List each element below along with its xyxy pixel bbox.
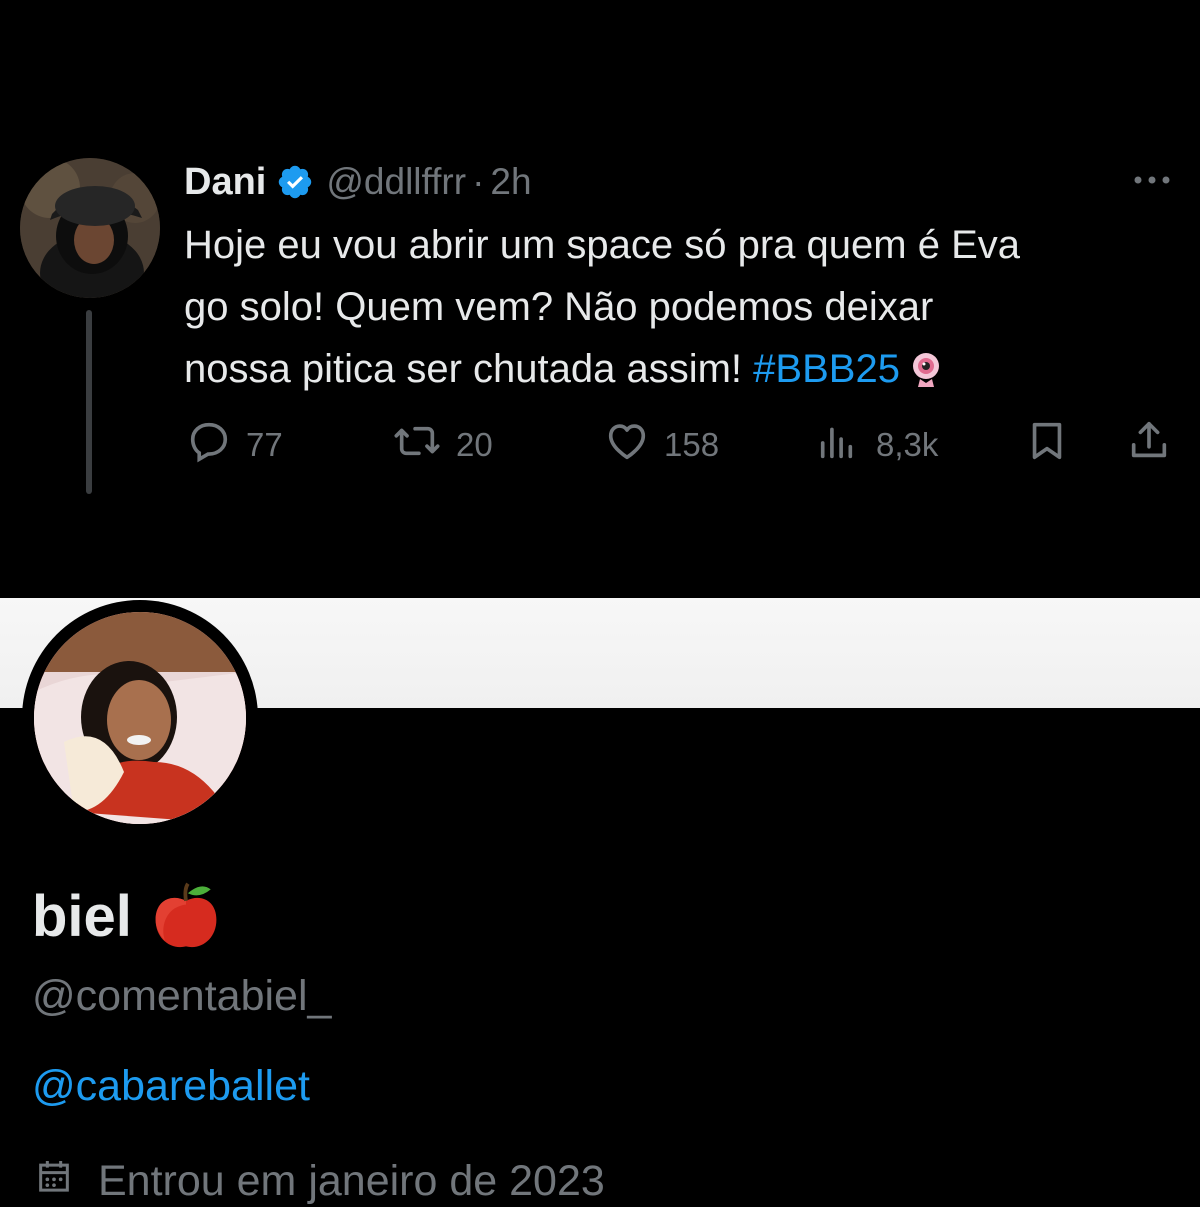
like-count: 158 [664,426,720,463]
retweet-icon [392,418,456,472]
views-icon [816,418,876,472]
tweet-text-line: Hoje eu vou abrir um space só pra quem é… [184,223,1020,267]
joined-date: Entrou em janeiro de 2023 [34,1156,605,1207]
time-separator: · [472,161,485,202]
profile-bio-link[interactable]: @cabareballet [32,1062,310,1111]
like-icon [604,418,664,472]
author-avatar[interactable] [20,158,160,298]
author-handle[interactable]: @ddllffrr [326,161,466,203]
camera-emoji-icon [906,346,946,387]
profile-avatar-image [34,612,246,824]
hashtag-link[interactable]: #BBB25 [753,347,900,391]
like-button[interactable]: 158 [604,422,719,468]
profile-name: biel [32,878,224,954]
calendar-icon [34,1156,98,1207]
more-icon[interactable] [1126,160,1178,200]
reply-count: 77 [246,426,283,463]
profile-avatar[interactable] [22,600,258,836]
verified-badge-icon [276,163,314,201]
tweet-header: Dani @ddllffrr · 2h [184,158,532,206]
tweet-text-line: nossa pitica ser chutada assim! #BBB25 [184,338,1184,400]
tweet-text-line: go solo! Quem vem? Não podemos deixar [184,285,934,329]
author-name[interactable]: Dani [184,161,266,204]
joined-text: Entrou em janeiro de 2023 [98,1157,605,1205]
apple-emoji-icon [148,878,224,954]
bookmark-button[interactable] [1024,422,1084,468]
profile-handle: @comentabiel_ [32,972,332,1020]
profile-name-text: biel [32,883,132,949]
views-button[interactable]: 8,3k [816,422,938,468]
share-icon [1126,418,1186,472]
tweet-time[interactable]: 2h [490,161,531,203]
views-count: 8,3k [876,426,939,463]
tweet[interactable]: Dani @ddllffrr · 2h Hoje eu vou abrir um… [0,0,1200,598]
reply-button[interactable]: 77 [186,422,283,468]
thread-line [86,310,92,494]
reply-icon [186,418,246,472]
tweet-text-segment: nossa pitica ser chutada assim! [184,347,754,391]
tweet-text: Hoje eu vou abrir um space só pra quem é… [184,214,1184,400]
retweet-button[interactable]: 20 [392,422,493,468]
retweet-count: 20 [456,426,493,463]
bookmark-icon [1024,418,1084,472]
share-button[interactable] [1126,421,1186,468]
